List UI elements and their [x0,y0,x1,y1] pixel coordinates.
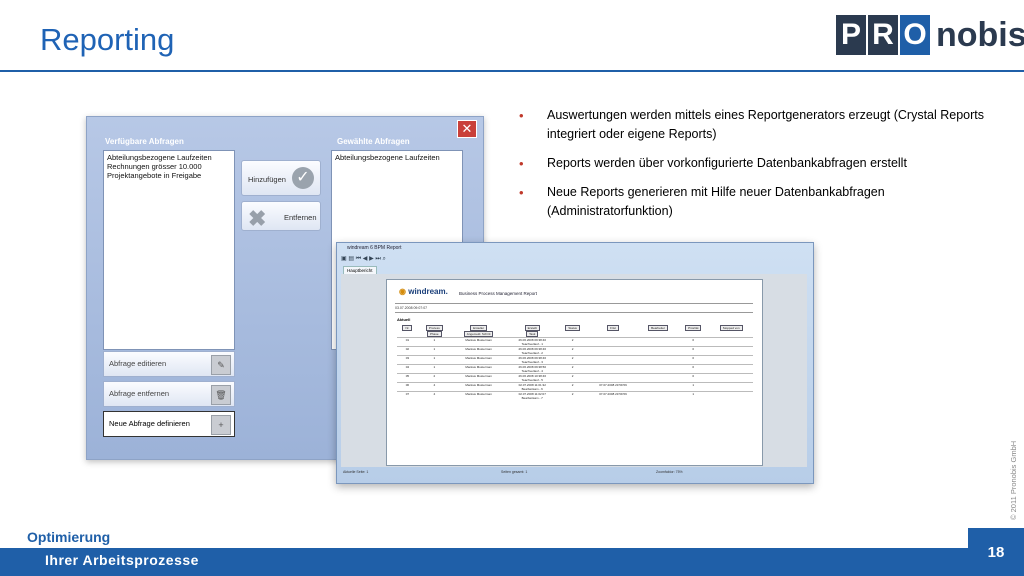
edit-icon: ✎ [211,355,231,375]
logo-text-2: dream. [421,287,448,296]
bullet-text: Neue Reports generieren mit Hilfe neuer … [547,185,885,218]
add-button-label: Hinzufügen [248,175,286,184]
remove-x-icon: ✖ [248,206,267,231]
next-page-icon[interactable]: ▶ [369,256,374,262]
bullet-list: • Auswertungen werden mittels eines Repor… [517,106,987,231]
windream-logo: ◉ windream. [399,287,448,296]
status-total: Seiten gesamt: 1 [501,470,528,474]
bullet-text: Reports werden über vorkonfigurierte Dat… [547,156,907,170]
edit-query-label: Abfrage editieren [109,359,167,368]
export-icon[interactable]: ▤ [348,256,354,262]
title-divider [0,70,1024,72]
bullet-item: • Neue Reports generieren mit Hilfe neuer… [517,183,987,221]
search-icon[interactable]: ⌕ [382,256,385,262]
bullet-item: • Reports werden über vorkonfigurierte Da… [517,154,987,173]
bullet-item: • Auswertungen werden mittels eines Repor… [517,106,987,144]
status-page: Aktuelle Seite: 1 [343,470,369,474]
last-page-icon[interactable]: ⏭ [375,256,380,262]
logo-word: nobis [936,15,1024,54]
report-toolbar: ▣ ▤ ⏮ ◀ ▶ ⏭ ⌕ [341,255,807,264]
new-query-icon: + [211,415,231,435]
selected-queries-header: Gewählte Abfragen [337,137,410,146]
logo-eye-icon: ◉ [399,287,406,296]
prev-page-icon[interactable]: ◀ [363,256,368,262]
checkmark-icon: ✓ [292,167,314,189]
logo-letter-p: P [836,15,866,55]
bullet-dot-icon: • [519,185,524,200]
page-title: Reporting [40,22,175,57]
footer-line-1: Optimierung [27,529,111,545]
page-number: 18 [968,528,1024,576]
divider [395,303,753,304]
logo-letter-o: O [900,15,930,55]
report-window: windream 6 BPM Report ▣ ▤ ⏮ ◀ ▶ ⏭ ⌕ Haup… [336,242,814,484]
logo-letter-r: R [868,15,898,55]
section-heading: Aktuell [397,317,411,322]
list-item[interactable]: Abteilungsbezogene Laufzeiten [335,153,459,162]
list-item[interactable]: Abteilungsbezogene Laufzeiten [107,153,231,162]
print-icon[interactable]: ▣ [341,256,347,262]
remove-button-label: Entfernen [284,213,317,222]
divider [395,312,753,313]
copyright-text: © 2011 Pronobis GmbH [1009,440,1018,520]
edit-query-button[interactable]: Abfrage editieren ✎ [103,351,235,377]
available-queries-list[interactable]: Abteilungsbezogene Laufzeiten Rechnungen… [103,150,235,350]
list-item[interactable]: Projektangebote in Freigabe [107,171,231,180]
table-subrow: Bearbeitsam - 7 [397,396,753,400]
report-date: 03.07.2008 09:07:07 [395,306,428,310]
trash-icon: 🗑 [211,385,231,405]
report-title: Business Process Management Report [459,291,538,296]
pronobis-logo: P R O nobis [836,14,1024,56]
add-button[interactable]: Hinzufügen ✓ [241,160,321,196]
report-page: ◉ windream. Business Process Management … [386,279,763,466]
first-page-icon[interactable]: ⏮ [356,256,361,262]
available-queries-header: Verfügbare Abfragen [105,137,184,146]
table-subcell: Bearbeitsam - 7 [521,396,543,400]
define-query-label: Neue Abfrage definieren [109,419,190,428]
close-icon[interactable]: ✕ [457,120,477,138]
bullet-text: Auswertungen werden mittels eines Report… [547,108,985,141]
delete-query-button[interactable]: Abfrage entfernen 🗑 [103,381,235,407]
status-bar: Aktuelle Seite: 1 Seiten gesamt: 1 Zoomf… [341,468,807,477]
report-viewport: ◉ windream. Business Process Management … [341,274,807,467]
bullet-dot-icon: • [519,156,524,171]
status-zoom: Zoomfaktor: 75% [656,470,683,474]
remove-button[interactable]: ✖ Entfernen [241,201,321,231]
window-title: windream 6 BPM Report [347,245,402,251]
delete-query-label: Abfrage entfernen [109,389,170,398]
footer-line-2: Ihrer Arbeitsprozesse [45,552,199,568]
logo-text: win [408,287,422,296]
define-query-button[interactable]: Neue Abfrage definieren + [103,411,235,437]
report-table: Nr. Prozess Ersteller Erstellt Status Fr… [397,325,753,400]
bullet-dot-icon: • [519,108,524,123]
list-item[interactable]: Rechnungen grösser 10.000 [107,162,231,171]
